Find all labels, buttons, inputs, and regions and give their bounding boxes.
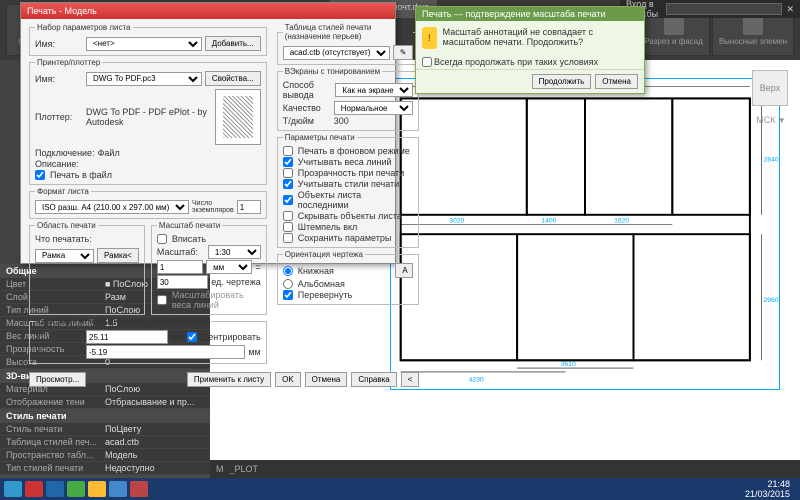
svg-text:2840: 2840 (763, 156, 778, 163)
scale-units-input[interactable] (157, 275, 208, 289)
style-table-select[interactable]: acad.ctb (отсутствует) (283, 46, 390, 60)
ok-button[interactable]: OK (275, 372, 301, 387)
task-ps-icon[interactable] (46, 481, 64, 497)
task-word-icon[interactable] (109, 481, 127, 497)
always-continue-check[interactable] (422, 57, 432, 67)
model-tab[interactable]: М (216, 464, 224, 474)
style-table-group: Таблица стилей печати (назначение перьев… (277, 23, 420, 65)
status-bar: М _PLOT (210, 460, 800, 478)
confirm-continue-button[interactable]: Продолжить (532, 74, 592, 89)
plot-dialog-title: Печать - Модель (21, 3, 395, 19)
prop-row[interactable]: Отображение тениОтбрасывание и пр... (0, 396, 210, 409)
plot-opt-check[interactable] (283, 168, 293, 178)
copies-input[interactable] (237, 200, 261, 214)
offset-y-input[interactable] (86, 345, 245, 359)
shade-mode-select[interactable]: Как на экране (335, 83, 413, 97)
offset-group: Смещение от начала (начало области печат… (29, 317, 267, 364)
svg-text:2960: 2960 (763, 297, 778, 304)
plot-area-group: Область печати Что печатать: Рамка Рамка… (29, 221, 145, 315)
fit-check[interactable] (157, 234, 167, 244)
landscape-radio[interactable] (283, 279, 293, 289)
paper-group: Формат листа ISO разш. A4 (210.00 x 297.… (29, 187, 267, 219)
task-explorer-icon[interactable] (88, 481, 106, 497)
plot-area-select[interactable]: Рамка (35, 249, 94, 263)
plot-scale-group: Масштаб печати Вписать Масштаб:1:30 мм= … (151, 221, 267, 315)
prop-row[interactable]: Пространство табл...Модель (0, 449, 210, 462)
portrait-radio[interactable] (283, 266, 293, 276)
scale-mm-input[interactable] (157, 260, 203, 274)
paper-size-select[interactable]: ISO разш. A4 (210.00 x 297.00 мм) (35, 200, 189, 214)
system-clock[interactable]: 21:4821/03/2015 (739, 479, 796, 499)
confirm-title: Печать — подтверждение масштаба печати (416, 7, 644, 21)
confirm-message: Масштаб аннотаций не совпадает с масштаб… (443, 27, 638, 49)
svg-text:1620: 1620 (614, 218, 629, 225)
plot-opt-check[interactable] (283, 222, 293, 232)
svg-text:3020: 3020 (449, 218, 464, 225)
plot-opt-check[interactable] (283, 157, 293, 167)
style-table-edit[interactable]: ✎ (393, 45, 414, 60)
svg-text:3610: 3610 (561, 361, 576, 368)
plot-opt-check[interactable] (283, 179, 293, 189)
printer-props-button[interactable]: Свойства... (205, 71, 261, 86)
layout-tab[interactable]: _PLOT (230, 464, 259, 474)
svg-text:4230: 4230 (469, 377, 484, 384)
login-search[interactable] (666, 3, 782, 15)
task-skype-icon[interactable] (4, 481, 22, 497)
floor-plan: 2370 4230 2840 2960 3020 1400 1620 3610 (390, 78, 780, 390)
section-plotstyle: Стиль печати (0, 409, 210, 423)
paper-preview (215, 89, 261, 145)
prop-row[interactable]: Тип стилей печатиНедоступно (0, 462, 210, 475)
cancel-button[interactable]: Отмена (305, 372, 348, 387)
help-button[interactable]: Справка (351, 372, 396, 387)
shade-qual-select[interactable]: Нормальное (334, 101, 414, 115)
task-autocad-icon[interactable] (25, 481, 43, 497)
printer-group: Принтер/плоттер Имя: DWG To PDF.pc3 Свой… (29, 58, 267, 185)
plot-to-file-check[interactable] (35, 170, 45, 180)
center-check[interactable] (187, 332, 197, 342)
add-button[interactable]: Добавить... (205, 36, 261, 51)
printer-select[interactable]: DWG To PDF.pc3 (86, 72, 202, 86)
view-cube[interactable]: Верх (752, 70, 788, 106)
upside-check[interactable] (283, 290, 293, 300)
task-chrome-icon[interactable] (67, 481, 85, 497)
svg-text:1400: 1400 (541, 218, 556, 225)
confirm-dialog: Печать — подтверждение масштаба печати !… (415, 6, 645, 94)
plot-opt-check[interactable] (283, 233, 293, 243)
prop-row[interactable]: Стиль печатиПоЦвету (0, 423, 210, 436)
apply-layout-button[interactable]: Применить к листу (187, 372, 271, 387)
task-pdf-icon[interactable] (130, 481, 148, 497)
preview-button[interactable]: Просмотр... (29, 372, 86, 387)
window-button[interactable]: Рамка< (97, 248, 139, 263)
collapse-button[interactable]: < (401, 372, 420, 387)
plot-opt-check[interactable] (283, 195, 293, 205)
scale-select[interactable]: 1:30 (208, 245, 261, 259)
plot-dialog: Печать - Модель Набор параметров листа И… (20, 2, 396, 264)
plot-opt-check[interactable] (283, 146, 293, 156)
login-panel: Вход в службы ✕ (620, 0, 800, 18)
shade-group: ВЭкраны с тонированием Способ выводаКак … (277, 67, 420, 131)
plot-opt-check[interactable] (283, 211, 293, 221)
orientation-icon: A (395, 263, 413, 278)
scale-lw-check[interactable] (157, 295, 167, 305)
nav-panel[interactable]: МСК ▼ (756, 115, 786, 125)
plot-options-group: Параметры печати Печать в фоновом режиме… (277, 133, 420, 248)
prop-row[interactable]: Таблица стилей печ...acad.ctb (0, 436, 210, 449)
orientation-group: Ориентация чертежа Книжная A Альбомная П… (277, 250, 420, 305)
windows-taskbar: 21:4821/03/2015 (0, 478, 800, 500)
page-setup-group: Набор параметров листа Имя: <нет> Добави… (29, 23, 267, 56)
offset-x-input[interactable] (86, 330, 168, 344)
confirm-cancel-button[interactable]: Отмена (595, 74, 638, 89)
warning-icon: ! (422, 27, 437, 49)
close-icon[interactable]: ✕ (786, 4, 794, 15)
page-setup-select[interactable]: <нет> (86, 37, 202, 51)
